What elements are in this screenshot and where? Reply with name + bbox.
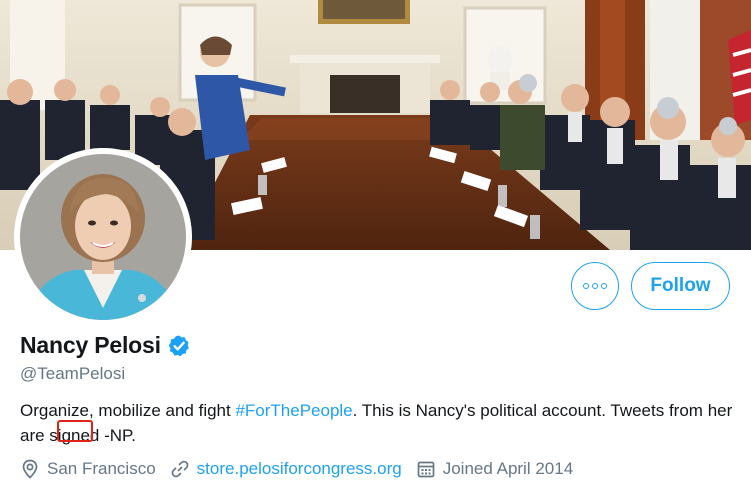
profile-joined-date: Joined April 2014 [416,459,573,479]
profile-bio: Organize, mobilize and fight #ForThePeop… [20,398,735,448]
profile-joined-text: Joined April 2014 [442,459,574,478]
follow-button[interactable]: Follow [631,262,730,310]
verified-badge-icon [167,334,191,358]
profile-display-name: Nancy Pelosi [20,332,161,358]
profile-location-text: San Francisco [47,459,156,478]
bio-text-part: . This is Nancy's political account. Twe… [352,401,708,420]
calendar-icon [416,459,443,479]
profile-name-row: Nancy Pelosi [20,332,191,359]
location-pin-icon [20,459,47,479]
profile-handle: @TeamPelosi [20,364,126,383]
link-icon [170,459,197,479]
profile-page: Follow Nancy Pelosi @TeamPelosi Organize… [0,0,751,487]
bio-highlighted-word: her [707,401,733,420]
bio-text-part: are signed -NP. [20,426,136,445]
more-options-icon [583,283,607,289]
profile-website[interactable]: store.pelosiforcongress.org [170,459,402,479]
bio-hashtag-link[interactable]: #ForThePeople [235,401,352,420]
profile-location: San Francisco [20,459,156,479]
profile-avatar[interactable] [14,148,192,326]
bio-text-part: Organize, mobilize and fight [20,401,236,420]
profile-meta-row: San Francisco store.pelosiforcongress.or… [20,459,587,479]
more-options-button[interactable] [571,262,619,310]
profile-website-link[interactable]: store.pelosiforcongress.org [197,459,402,479]
